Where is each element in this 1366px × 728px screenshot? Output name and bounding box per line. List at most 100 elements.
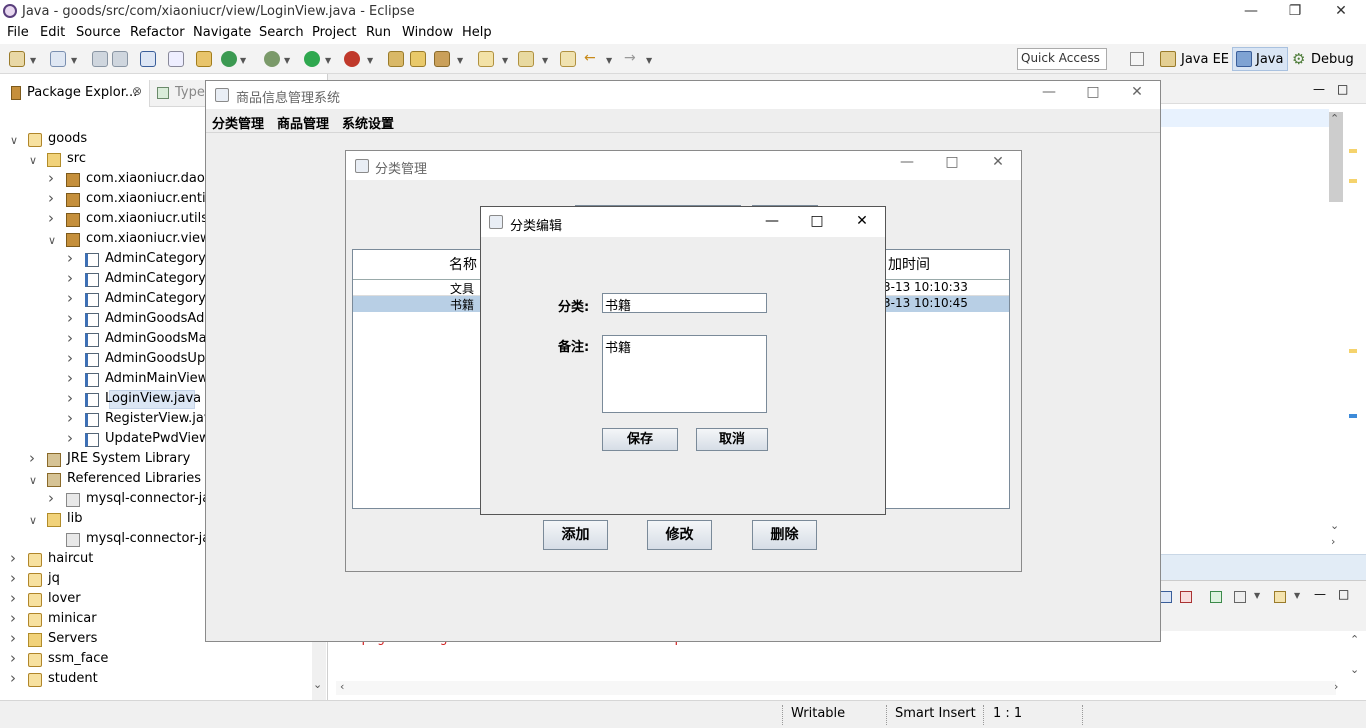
chevron-down-icon[interactable]: ∨ — [10, 134, 18, 147]
scroll-up-icon[interactable]: ⌃ — [1350, 633, 1359, 646]
scroll-left-icon[interactable]: ‹ — [340, 680, 344, 693]
maximize-icon[interactable]: □ — [929, 151, 975, 174]
chevron-down-icon[interactable]: ▼ — [542, 56, 548, 65]
chevron-right-icon[interactable]: › — [10, 669, 16, 687]
tree-scrollbar[interactable] — [312, 640, 326, 700]
remove-launch-icon[interactable] — [1180, 591, 1192, 603]
close-icon[interactable]: ✕ — [1114, 81, 1160, 104]
maximize-icon[interactable]: □ — [1070, 81, 1116, 104]
chevron-right-icon[interactable]: › — [10, 569, 16, 587]
chevron-right-icon[interactable]: › — [67, 369, 73, 387]
tree-item[interactable]: › student — [0, 669, 310, 690]
chevron-right-icon[interactable]: › — [67, 269, 73, 287]
chevron-right-icon[interactable]: › — [67, 409, 73, 427]
maximize-view-icon[interactable]: □ — [1338, 587, 1349, 601]
remark-textarea[interactable]: 书籍 — [602, 335, 767, 413]
restore-icon[interactable]: ❐ — [1272, 0, 1318, 23]
chevron-down-icon[interactable]: ∨ — [29, 154, 37, 167]
chevron-down-icon[interactable]: ▼ — [502, 56, 508, 65]
chevron-down-icon[interactable]: ∨ — [29, 514, 37, 527]
pin-console-icon[interactable] — [1160, 591, 1172, 603]
close-tab-icon[interactable]: ⊗ — [132, 84, 142, 98]
editor-vertical-scrollbar[interactable] — [1329, 112, 1343, 202]
minimize-view-icon[interactable]: — — [1314, 587, 1326, 601]
maximize-icon[interactable]: □ — [794, 210, 840, 233]
forward-icon[interactable]: → — [624, 51, 640, 67]
menu-refactor[interactable]: Refactor — [130, 25, 185, 40]
scroll-down-icon[interactable]: ⌄ — [313, 678, 322, 691]
search-icon[interactable] — [434, 51, 450, 67]
save-all-icon[interactable] — [112, 51, 128, 67]
save-button[interactable]: 保存 — [602, 428, 678, 451]
delete-button[interactable]: 删除 — [752, 520, 817, 550]
chevron-right-icon[interactable]: › — [67, 329, 73, 347]
chevron-down-icon[interactable]: ▼ — [325, 56, 331, 65]
perspective-java[interactable]: Java — [1256, 52, 1283, 67]
chevron-down-icon[interactable]: ▼ — [1294, 591, 1300, 600]
chevron-right-icon[interactable]: › — [10, 629, 16, 647]
chevron-down-icon[interactable]: ∨ — [48, 234, 56, 247]
menu-project[interactable]: Project — [312, 25, 356, 40]
chevron-right-icon[interactable]: › — [10, 589, 16, 607]
new-console-icon[interactable] — [1274, 591, 1286, 603]
minimize-view-icon[interactable]: — — [1313, 82, 1325, 96]
console-horizontal-scrollbar[interactable] — [336, 681, 1336, 695]
perspective-java-ee[interactable]: Java EE — [1181, 52, 1229, 67]
back-icon[interactable]: ← — [584, 51, 600, 67]
chevron-right-icon[interactable]: › — [29, 449, 35, 467]
external-tools-icon[interactable] — [344, 51, 360, 67]
minimize-icon[interactable]: — — [749, 210, 795, 233]
chevron-right-icon[interactable]: › — [67, 429, 73, 447]
chevron-right-icon[interactable]: › — [67, 289, 73, 307]
refresh-icon[interactable] — [221, 51, 237, 67]
perspective-debug[interactable]: Debug — [1311, 52, 1354, 67]
chevron-down-icon[interactable]: ▼ — [71, 56, 77, 65]
chevron-down-icon[interactable]: ▼ — [1254, 591, 1260, 600]
chevron-right-icon[interactable]: › — [67, 309, 73, 327]
chevron-down-icon[interactable]: ▼ — [240, 56, 246, 65]
last-edit-icon[interactable] — [560, 51, 576, 67]
next-annotation-icon[interactable] — [518, 51, 534, 67]
chevron-down-icon[interactable]: ▼ — [606, 56, 612, 65]
chevron-down-icon[interactable]: ▼ — [457, 56, 463, 65]
menu-run[interactable]: Run — [366, 25, 391, 40]
chevron-right-icon[interactable]: › — [67, 389, 73, 407]
menu-source[interactable]: Source — [76, 25, 121, 40]
open-perspective-icon[interactable] — [1130, 52, 1144, 66]
cancel-button[interactable]: 取消 — [696, 428, 768, 451]
menu-category-management[interactable]: 分类管理 — [212, 113, 264, 132]
chevron-right-icon[interactable]: › — [10, 609, 16, 627]
new-package-icon[interactable] — [196, 51, 212, 67]
chevron-down-icon[interactable]: ▼ — [30, 56, 36, 65]
menu-help[interactable]: Help — [462, 25, 492, 40]
menu-navigate[interactable]: Navigate — [193, 25, 251, 40]
chevron-right-icon[interactable]: › — [48, 209, 54, 227]
chevron-right-icon[interactable]: › — [67, 249, 73, 267]
open-type-icon[interactable] — [388, 51, 404, 67]
scroll-right-icon[interactable]: › — [1334, 680, 1338, 693]
chevron-down-icon[interactable]: ∨ — [29, 474, 37, 487]
open-console-icon[interactable] — [1210, 591, 1222, 603]
scroll-down-icon[interactable]: ⌄ — [1330, 519, 1339, 532]
debug-icon[interactable] — [264, 51, 280, 67]
menu-edit[interactable]: Edit — [40, 25, 65, 40]
tab-type-hierarchy[interactable]: Type — [175, 85, 205, 100]
quick-access-input[interactable]: Quick Access — [1017, 48, 1107, 70]
annotation-icon[interactable] — [478, 51, 494, 67]
menu-system-settings[interactable]: 系统设置 — [342, 113, 394, 132]
menu-goods-management[interactable]: 商品管理 — [277, 113, 329, 132]
close-icon[interactable]: ✕ — [1318, 0, 1364, 23]
scroll-down-icon[interactable]: ⌄ — [1350, 663, 1359, 676]
run-icon[interactable] — [304, 51, 320, 67]
chevron-down-icon[interactable]: ▼ — [367, 56, 373, 65]
menu-search[interactable]: Search — [259, 25, 304, 40]
close-icon[interactable]: ✕ — [839, 210, 885, 233]
save-icon[interactable] — [92, 51, 108, 67]
scroll-right-icon[interactable]: › — [1331, 535, 1335, 548]
chevron-right-icon[interactable]: › — [48, 189, 54, 207]
skip-breakpoints-icon[interactable] — [168, 51, 184, 67]
new-icon[interactable] — [9, 51, 25, 67]
chevron-right-icon[interactable]: › — [10, 649, 16, 667]
minimize-icon[interactable]: — — [1026, 81, 1072, 104]
menu-file[interactable]: File — [7, 25, 29, 40]
